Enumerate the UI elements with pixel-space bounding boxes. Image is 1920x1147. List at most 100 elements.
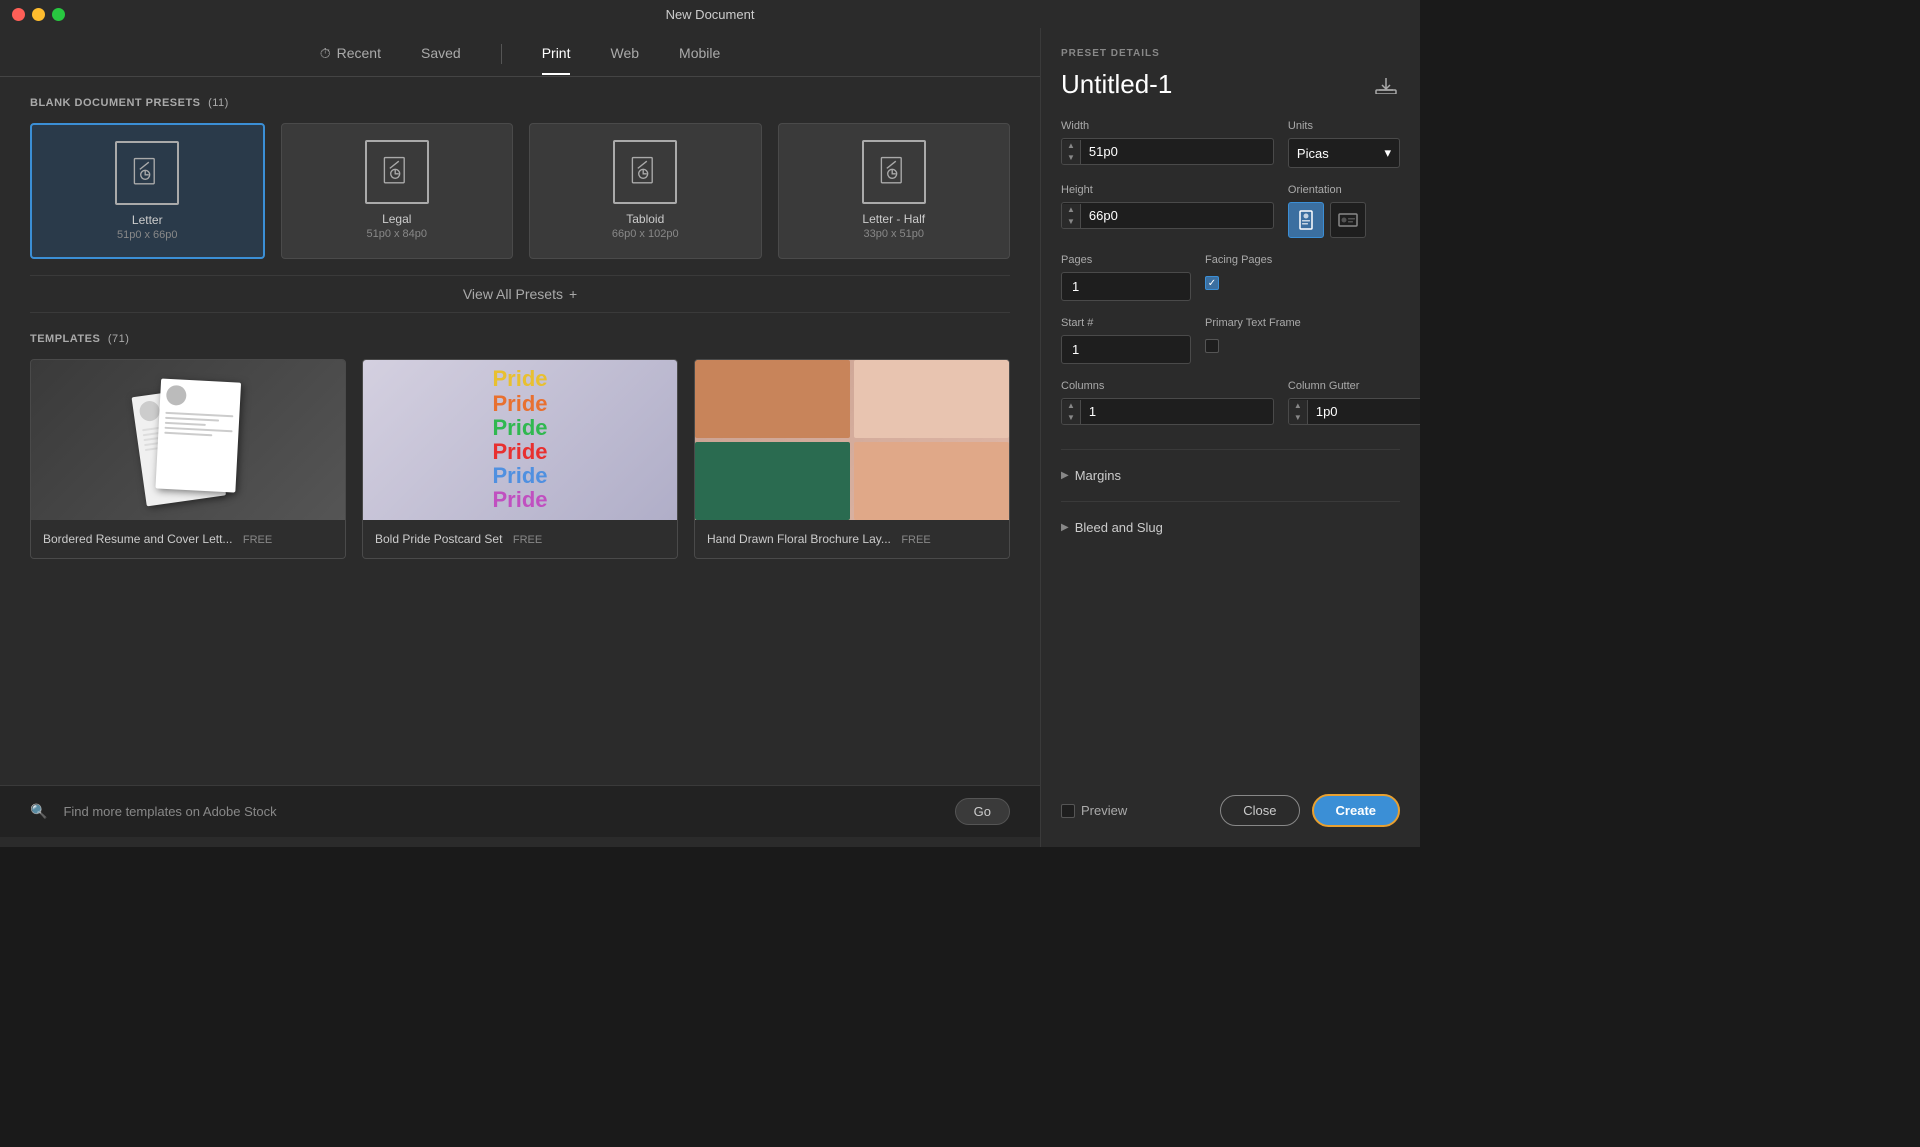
preset-tabloid[interactable]: Tabloid 66p0 x 102p0 (529, 123, 762, 259)
traffic-lights (12, 8, 65, 21)
tabs-bar: ⏱ Recent Saved Print Web Mobile (0, 28, 1040, 77)
minimize-button[interactable] (32, 8, 45, 21)
columns-arrows: ▲ ▼ (1062, 400, 1081, 424)
tab-print[interactable]: Print (542, 45, 571, 75)
right-panel-footer: Preview Close Create (1061, 778, 1400, 827)
start-input[interactable] (1061, 335, 1191, 364)
width-arrows: ▲ ▼ (1062, 140, 1081, 164)
margins-collapse[interactable]: ▶ Margins (1061, 458, 1400, 493)
search-input-wrap: 🔍 (30, 799, 945, 824)
close-button[interactable]: Close (1220, 795, 1299, 826)
columns-up[interactable]: ▲ (1062, 400, 1080, 412)
form-group-width: Width ▲ ▼ (1061, 120, 1274, 168)
columns-down[interactable]: ▼ (1062, 412, 1080, 424)
column-gutter-down[interactable]: ▼ (1289, 412, 1307, 424)
form-row-width-units: Width ▲ ▼ Units Picas ▾ (1061, 120, 1400, 168)
preset-legal[interactable]: Legal 51p0 x 84p0 (281, 123, 514, 259)
template-resume[interactable]: Bordered Resume and Cover Lett... FREE (30, 359, 346, 559)
floral-card-4 (854, 442, 1009, 520)
close-button[interactable] (12, 8, 25, 21)
ptf-checkbox-row (1205, 339, 1400, 353)
search-input[interactable] (55, 799, 944, 824)
template-resume-thumb (31, 360, 345, 520)
height-down[interactable]: ▼ (1062, 216, 1080, 228)
floral-cards-grid (695, 360, 1009, 520)
ptf-label: Primary Text Frame (1205, 317, 1400, 329)
units-select[interactable]: Picas ▾ (1288, 138, 1400, 168)
facing-pages-checkbox[interactable]: ✓ (1205, 276, 1219, 290)
form-group-units: Units Picas ▾ (1288, 120, 1400, 168)
preset-legal-icon (365, 140, 429, 204)
form-row-height-orientation: Height ▲ ▼ Orientation (1061, 184, 1400, 238)
height-label: Height (1061, 184, 1274, 196)
fullscreen-button[interactable] (52, 8, 65, 21)
template-floral-thumb (695, 360, 1009, 520)
column-gutter-up[interactable]: ▲ (1289, 400, 1307, 412)
bleed-slug-arrow-icon: ▶ (1061, 522, 1069, 533)
facing-pages-label: Facing Pages (1205, 254, 1400, 266)
floral-card-1 (695, 360, 850, 438)
preset-letter[interactable]: Letter 51p0 x 66p0 (30, 123, 265, 259)
left-panel: ⏱ Recent Saved Print Web Mobile BLANK DO… (0, 28, 1040, 847)
form-row-start-ptf: Start # Primary Text Frame (1061, 317, 1400, 364)
pages-input[interactable] (1061, 272, 1191, 301)
height-arrows: ▲ ▼ (1062, 204, 1081, 228)
ptf-checkbox[interactable] (1205, 339, 1219, 353)
tab-saved[interactable]: Saved (421, 45, 461, 75)
preset-letter-half-name: Letter - Half (862, 212, 925, 226)
floral-card-2 (854, 360, 1009, 438)
landscape-button[interactable] (1330, 202, 1366, 238)
preset-tabloid-icon (613, 140, 677, 204)
height-up[interactable]: ▲ (1062, 204, 1080, 216)
template-pride-info: Bold Pride Postcard Set FREE (363, 520, 677, 558)
right-panel: PRESET DETAILS Untitled-1 Width ▲ ▼ (1040, 28, 1420, 847)
column-gutter-input[interactable] (1308, 399, 1420, 424)
preset-letter-name: Letter (132, 213, 163, 227)
search-icon: 🔍 (30, 803, 47, 820)
preview-row: Preview (1061, 803, 1127, 818)
width-label: Width (1061, 120, 1274, 132)
template-pride[interactable]: Pride Pride Pride Pride Pride Pride Bold… (362, 359, 678, 559)
tab-divider (501, 44, 502, 64)
templates-grid: Bordered Resume and Cover Lett... FREE P… (30, 359, 1010, 559)
title-bar: New Document (0, 0, 1420, 28)
template-floral[interactable]: Hand Drawn Floral Brochure Lay... FREE (694, 359, 1010, 559)
preset-tabloid-name: Tabloid (626, 212, 664, 226)
width-up[interactable]: ▲ (1062, 140, 1080, 152)
columns-input[interactable] (1081, 399, 1273, 424)
chevron-down-icon: ▾ (1384, 145, 1391, 161)
save-preset-button[interactable] (1372, 71, 1400, 99)
bleed-slug-label: Bleed and Slug (1075, 520, 1163, 535)
portrait-button[interactable] (1288, 202, 1324, 238)
form-group-facing-pages: Facing Pages ✓ (1205, 254, 1400, 301)
doc-title-row: Untitled-1 (1061, 69, 1400, 100)
form-group-columns: Columns ▲ ▼ (1061, 380, 1274, 425)
search-go-button[interactable]: Go (955, 798, 1010, 825)
preset-letter-size: 51p0 x 66p0 (117, 229, 178, 241)
height-input[interactable] (1081, 203, 1273, 228)
resume-page-front (155, 379, 241, 493)
preset-legal-size: 51p0 x 84p0 (366, 228, 427, 240)
presets-header: BLANK DOCUMENT PRESETS (11) (30, 97, 1010, 109)
tab-mobile[interactable]: Mobile (679, 45, 720, 75)
width-down[interactable]: ▼ (1062, 152, 1080, 164)
view-all-presets-button[interactable]: View All Presets + (30, 275, 1010, 313)
preset-details-label: PRESET DETAILS (1061, 48, 1400, 59)
bleed-slug-collapse[interactable]: ▶ Bleed and Slug (1061, 510, 1400, 545)
units-label: Units (1288, 120, 1400, 132)
column-gutter-spinner: ▲ ▼ (1288, 398, 1420, 425)
form-group-orientation: Orientation (1288, 184, 1400, 238)
width-input[interactable] (1081, 139, 1273, 164)
tab-web[interactable]: Web (610, 45, 639, 75)
start-label: Start # (1061, 317, 1191, 329)
presets-grid: Letter 51p0 x 66p0 Legal 51p0 x 84p (30, 123, 1010, 259)
preview-checkbox[interactable] (1061, 804, 1075, 818)
create-button[interactable]: Create (1312, 794, 1400, 827)
pride-text-stack: Pride Pride Pride Pride Pride Pride (492, 367, 547, 512)
tab-recent[interactable]: ⏱ Recent (320, 45, 381, 76)
divider-2 (1061, 501, 1400, 502)
preset-letter-half[interactable]: Letter - Half 33p0 x 51p0 (778, 123, 1011, 259)
columns-label: Columns (1061, 380, 1274, 392)
templates-header: TEMPLATES (71) (30, 333, 1010, 345)
orientation-label: Orientation (1288, 184, 1400, 196)
